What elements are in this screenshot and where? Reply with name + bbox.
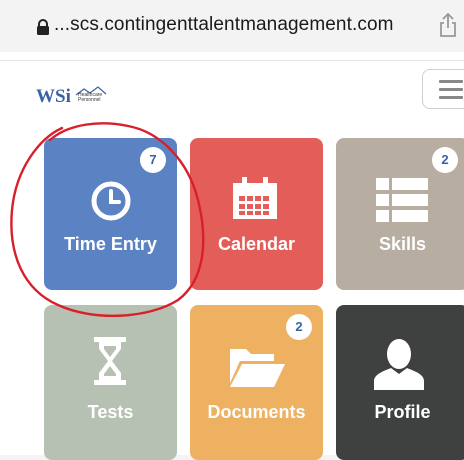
- hamburger-icon-bar: [439, 96, 463, 99]
- tile-documents[interactable]: 2 Documents: [190, 305, 323, 460]
- calendar-icon: [233, 177, 277, 219]
- tile-skills[interactable]: 2 Skills: [336, 138, 464, 290]
- user-icon: [374, 339, 424, 390]
- notification-badge: 2: [432, 147, 458, 173]
- hamburger-icon: [439, 80, 463, 83]
- hamburger-icon-bar: [439, 88, 463, 91]
- tile-label: Tests: [87, 402, 134, 422]
- url-text: ...scs.contingenttalentmanagement.com: [54, 14, 394, 35]
- wsi-logo[interactable]: WSi Healthcare Personnel: [36, 86, 116, 108]
- hourglass-icon: [94, 337, 126, 385]
- folder-icon: [230, 349, 285, 387]
- share-icon[interactable]: [438, 12, 458, 38]
- app-page: WSi Healthcare Personnel 7 Time Entry Ca…: [0, 52, 464, 460]
- lock-icon: [37, 19, 49, 35]
- notification-badge: 7: [140, 147, 166, 173]
- tile-calendar[interactable]: Calendar: [190, 138, 323, 290]
- tile-label: Skills: [378, 234, 427, 254]
- tile-profile[interactable]: Profile: [336, 305, 464, 460]
- menu-button[interactable]: [422, 69, 464, 109]
- clock-icon: [91, 181, 131, 221]
- tile-tests[interactable]: Tests: [44, 305, 177, 460]
- notification-badge: 2: [286, 314, 312, 340]
- logo-subtitle: Healthcare Personnel: [78, 92, 103, 103]
- tile-label: Profile: [374, 402, 431, 422]
- logo-text: WSi: [36, 86, 71, 107]
- tile-label: Documents: [207, 402, 306, 422]
- tile-time-entry[interactable]: 7 Time Entry: [44, 138, 177, 290]
- browser-address-bar[interactable]: ...scs.contingenttalentmanagement.com: [0, 0, 464, 52]
- tile-label: Calendar: [217, 234, 296, 254]
- list-icon: [376, 178, 428, 222]
- tile-label: Time Entry: [64, 234, 157, 254]
- divider: [0, 60, 464, 61]
